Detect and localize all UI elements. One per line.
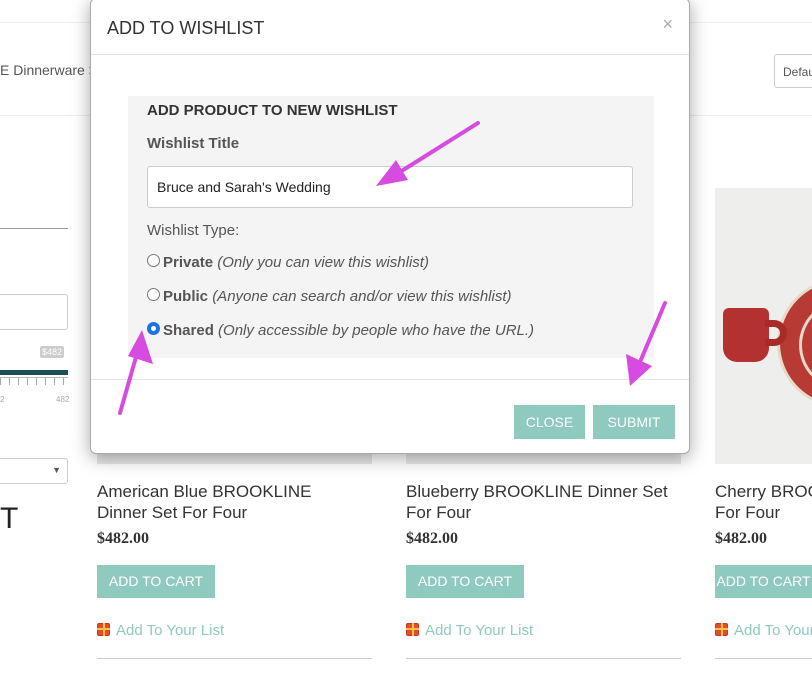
price-slider-tick-max: 482 [56, 395, 70, 404]
product-price: $482.00 [406, 530, 458, 547]
add-to-list-label[interactable]: Add To Your List [734, 622, 812, 639]
add-to-cart-button[interactable]: ADD TO CART [715, 565, 812, 598]
price-slider-max-bubble: $482 [40, 346, 65, 358]
mug-shape [723, 308, 769, 362]
wishlist-title-label: Wishlist Title [147, 135, 240, 152]
sidebar-divider [0, 228, 68, 229]
radio-label[interactable]: Shared [163, 322, 214, 339]
product-title-line[interactable]: Blueberry BROOKLINE Dinner Set [406, 481, 668, 502]
wishlist-title-input[interactable] [147, 166, 633, 208]
close-icon[interactable]: × [662, 14, 673, 35]
add-to-wishlist-modal: ADD TO WISHLIST × ADD PRODUCT TO NEW WIS… [90, 0, 690, 454]
new-wishlist-panel: ADD PRODUCT TO NEW WISHLIST Wishlist Tit… [128, 96, 654, 358]
radio-shared[interactable] [147, 322, 160, 335]
add-to-cart-button[interactable]: ADD TO CART [406, 565, 524, 598]
modal-header: ADD TO WISHLIST × [91, 0, 689, 55]
product-title-line[interactable]: Cherry BROOKLINE [715, 481, 812, 502]
product-title-line[interactable]: Dinner Set For Four [97, 502, 311, 523]
submit-button[interactable]: SUBMIT [593, 405, 675, 439]
product-image[interactable] [715, 188, 812, 464]
product-price: $482.00 [97, 530, 149, 547]
price-slider-tick-min: 2 [0, 395, 5, 404]
add-to-list-link[interactable]: Add To Your List [406, 622, 533, 639]
radio-label[interactable]: Private [163, 254, 213, 271]
product-title-line[interactable]: For Four [406, 502, 668, 523]
product-divider [715, 658, 812, 659]
add-to-cart-button[interactable]: ADD TO CART [97, 565, 215, 598]
wishlist-type-private[interactable]: Private (Only you can view this wishlist… [147, 254, 429, 271]
radio-description: (Anyone can search and/or view this wish… [212, 288, 512, 305]
price-slider-ticks [0, 377, 68, 385]
radio-private[interactable] [147, 254, 160, 267]
add-to-list-link[interactable]: Add To Your List [715, 622, 812, 639]
product-divider [97, 658, 372, 659]
add-to-list-link[interactable]: Add To Your List [97, 622, 224, 639]
price-slider-track[interactable] [0, 370, 68, 375]
radio-description: (Only you can view this wishlist) [217, 254, 429, 271]
wishlist-type-public[interactable]: Public (Anyone can search and/or view th… [147, 288, 511, 305]
product-title-line[interactable]: American Blue BROOKLINE [97, 481, 311, 502]
breadcrumb[interactable]: E Dinnerware > [0, 62, 97, 78]
sort-select[interactable]: Defau [774, 54, 812, 88]
modal-footer-divider [91, 379, 689, 380]
product-title[interactable]: Cherry BROOKLINE For Four [715, 481, 812, 523]
panel-heading: ADD PRODUCT TO NEW WISHLIST [147, 102, 398, 119]
gift-icon [97, 623, 110, 636]
wishlist-type-label: Wishlist Type: [147, 222, 240, 239]
gift-icon [715, 623, 728, 636]
close-button[interactable]: CLOSE [514, 405, 585, 439]
add-to-list-label[interactable]: Add To Your List [116, 622, 224, 639]
modal-title: ADD TO WISHLIST [107, 18, 265, 38]
add-to-list-label[interactable]: Add To Your List [425, 622, 533, 639]
product-title[interactable]: Blueberry BROOKLINE Dinner Set For Four [406, 481, 668, 523]
product-divider [406, 658, 681, 659]
wishlist-type-shared[interactable]: Shared (Only accessible by people who ha… [147, 322, 534, 339]
radio-description: (Only accessible by people who have the … [218, 322, 535, 339]
gift-icon [406, 623, 419, 636]
product-title[interactable]: American Blue BROOKLINE Dinner Set For F… [97, 481, 311, 523]
product-title-line[interactable]: For Four [715, 502, 812, 523]
radio-public[interactable] [147, 288, 160, 301]
sidebar-heading-fragment: T [0, 502, 19, 535]
product-price: $482.00 [715, 530, 767, 547]
chevron-down-icon: ▼ [52, 465, 61, 475]
sidebar-select[interactable]: ▼ [0, 458, 68, 484]
sidebar-filter-input[interactable] [0, 294, 68, 330]
radio-label[interactable]: Public [163, 288, 208, 305]
